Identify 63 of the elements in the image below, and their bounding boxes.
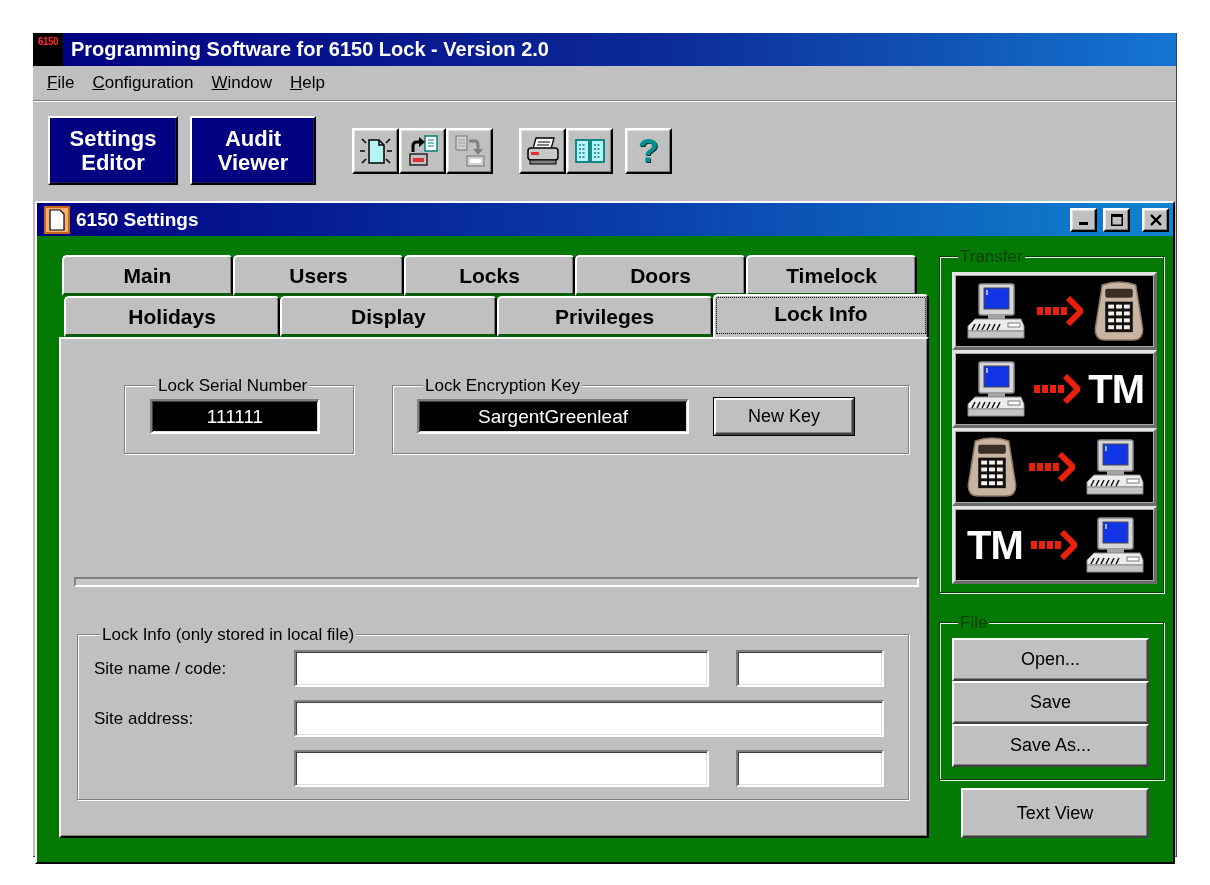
group-label: Lock Info (only stored in local file) bbox=[100, 625, 357, 644]
tab[interactable]: Timelock bbox=[746, 255, 917, 296]
menu-item[interactable]: File bbox=[38, 73, 84, 93]
tab[interactable]: Holidays bbox=[64, 296, 281, 337]
input-field[interactable] bbox=[294, 700, 884, 737]
serial-number-field[interactable]: 111111 bbox=[150, 399, 320, 434]
close-icon bbox=[1149, 213, 1162, 226]
printer-icon bbox=[525, 135, 560, 166]
arrow-icon bbox=[1033, 374, 1080, 404]
app-logo: 6150 bbox=[33, 33, 63, 66]
menu-item[interactable]: Window bbox=[202, 73, 281, 93]
keypad-lock-icon bbox=[967, 437, 1017, 497]
field-label: Site address: bbox=[94, 708, 194, 729]
window-title: 6150 Settings bbox=[76, 208, 200, 231]
maximize-button[interactable] bbox=[1103, 207, 1130, 232]
minimize-icon bbox=[1079, 221, 1088, 225]
file-button[interactable]: Open... bbox=[952, 638, 1149, 681]
minimize-button[interactable] bbox=[1070, 207, 1097, 232]
arrow-icon bbox=[1031, 530, 1078, 560]
transfer-button[interactable]: TM bbox=[952, 350, 1157, 428]
transfer-button[interactable] bbox=[952, 428, 1157, 506]
toolbar-button[interactable] bbox=[519, 127, 566, 174]
encryption-key-field[interactable]: SargentGreenleaf bbox=[417, 399, 689, 434]
close-button[interactable] bbox=[1142, 207, 1169, 232]
columns-icon bbox=[574, 137, 605, 164]
file-button[interactable]: Save As... bbox=[952, 724, 1149, 767]
computer-icon bbox=[1086, 517, 1144, 573]
arrow-icon bbox=[1028, 452, 1075, 482]
import-icon bbox=[453, 134, 486, 167]
text-view-button[interactable]: Text View bbox=[961, 788, 1149, 838]
export-icon bbox=[406, 134, 439, 167]
arrow-icon bbox=[1036, 296, 1083, 326]
window-title: Programming Software for 6150 Lock - Version 2.0 bbox=[71, 38, 549, 61]
group-label: Lock Encryption Key bbox=[423, 376, 582, 395]
input-field[interactable] bbox=[294, 750, 709, 787]
view-button[interactable]: Settings Editor bbox=[48, 116, 178, 185]
input-field[interactable] bbox=[736, 650, 884, 687]
tab[interactable]: Lock Info bbox=[712, 294, 929, 337]
document-icon bbox=[44, 205, 70, 234]
transfer-button[interactable]: TM bbox=[952, 506, 1157, 584]
tab[interactable]: Main bbox=[62, 255, 233, 296]
toolbar-button[interactable] bbox=[352, 127, 399, 174]
computer-icon bbox=[1086, 439, 1144, 495]
field-label: Site name / code: bbox=[94, 658, 227, 679]
toolbar-button[interactable] bbox=[399, 127, 446, 174]
file-button[interactable]: Save bbox=[952, 681, 1149, 724]
view-button[interactable]: Audit Viewer bbox=[190, 116, 316, 185]
computer-icon bbox=[967, 283, 1025, 339]
keypad-lock-icon bbox=[1094, 281, 1144, 341]
tab[interactable]: Display bbox=[280, 296, 497, 337]
toolbar-button[interactable] bbox=[566, 127, 613, 174]
menu-item[interactable]: Help bbox=[281, 73, 334, 93]
tab[interactable]: Locks bbox=[404, 255, 575, 296]
input-field[interactable] bbox=[736, 750, 884, 787]
computer-icon bbox=[967, 361, 1025, 417]
maximize-icon bbox=[1110, 213, 1123, 226]
tab[interactable]: Doors bbox=[575, 255, 746, 296]
menu-item[interactable]: Configuration bbox=[83, 73, 203, 93]
tab[interactable]: Privileges bbox=[496, 296, 713, 337]
transfer-button[interactable] bbox=[952, 272, 1157, 350]
new-key-button[interactable]: New Key bbox=[714, 398, 854, 435]
tab[interactable]: Users bbox=[233, 255, 404, 296]
input-field[interactable] bbox=[294, 650, 709, 687]
